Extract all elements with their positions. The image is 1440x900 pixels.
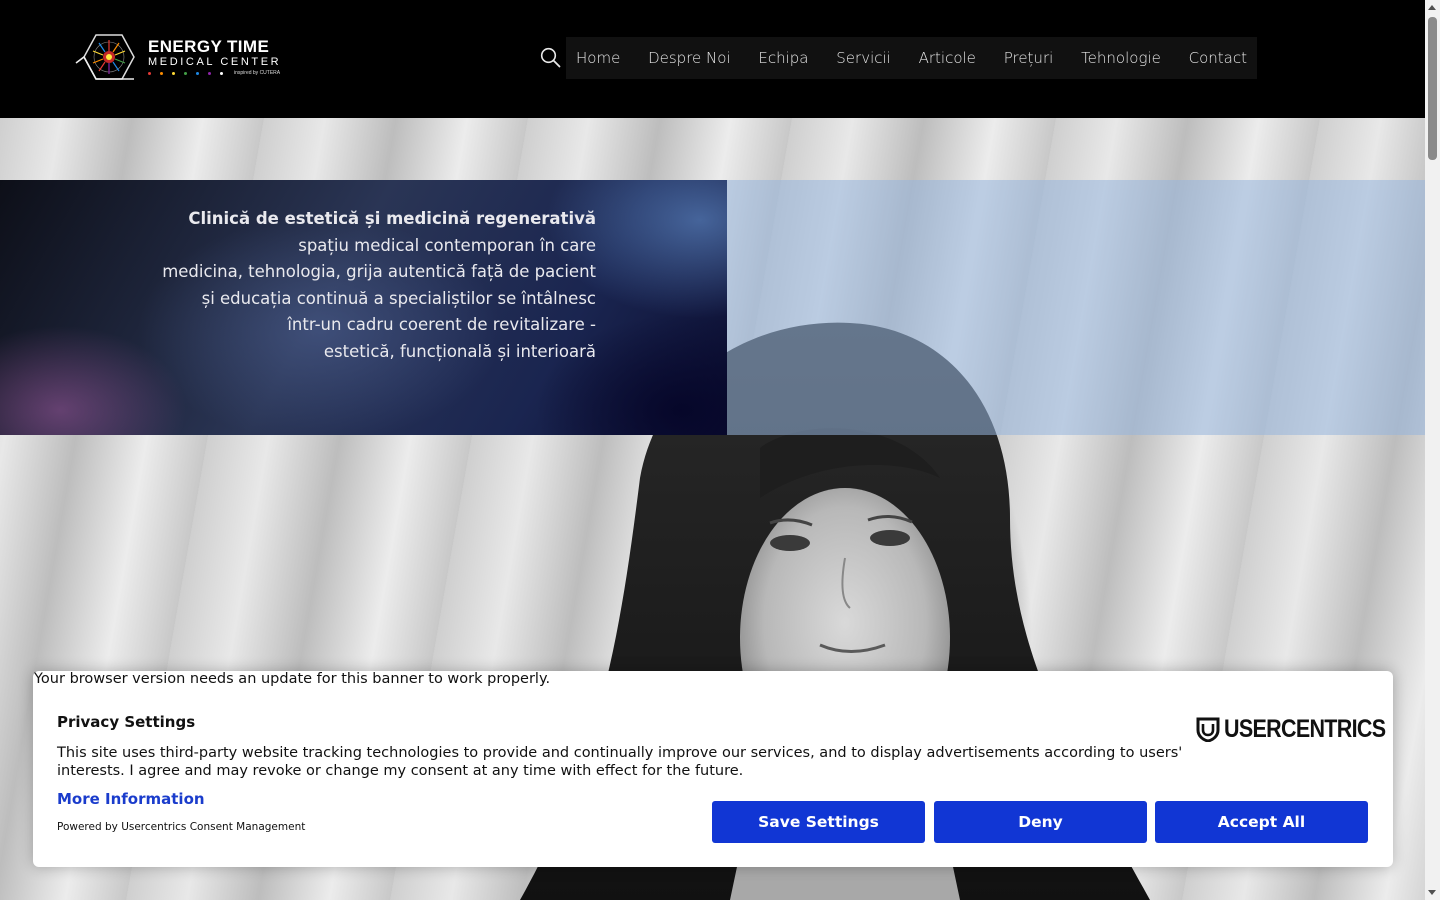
- logo-title: ENERGY TIME: [148, 36, 270, 56]
- hero-overlay: [727, 180, 1425, 435]
- hero-intro-text: Clinică de estetică și medicină regenera…: [116, 206, 596, 366]
- logo-dot: [196, 72, 199, 75]
- accept-all-button[interactable]: Accept All: [1155, 801, 1368, 843]
- nav-echipa[interactable]: Echipa: [758, 49, 808, 67]
- nav-tehnologie[interactable]: Tehnologie: [1081, 49, 1161, 67]
- more-information-link[interactable]: More Information: [57, 790, 205, 808]
- site-logo[interactable]: ENERGY TIME MEDICAL CENTER inspired by C…: [74, 27, 288, 87]
- page-scrollbar[interactable]: [1425, 0, 1440, 900]
- hero-line: și educația continuă a specialiștilor se…: [201, 288, 596, 308]
- powered-by-text: Powered by Usercentrics Consent Manageme…: [57, 821, 306, 833]
- usercentrics-wordmark: USERCENTRICS: [1224, 715, 1386, 743]
- nav-preturi[interactable]: Prețuri: [1004, 49, 1054, 67]
- site-header: ENERGY TIME MEDICAL CENTER inspired by C…: [0, 0, 1425, 118]
- nav-contact[interactable]: Contact: [1189, 49, 1247, 67]
- logo-dot: [184, 72, 187, 75]
- main-nav: Home Despre Noi Echipa Servicii Articole…: [566, 37, 1257, 79]
- hero-line: medicina, tehnologia, grija autentică fa…: [162, 262, 596, 282]
- nav-servicii[interactable]: Servicii: [836, 49, 891, 67]
- logo-tagline: inspired by CUTERA: [234, 70, 281, 76]
- logo-dot: [148, 72, 151, 75]
- hero-line: într-un cadru coerent de revitalizare -: [287, 315, 596, 335]
- logo-mark-icon: [75, 34, 135, 80]
- logo-dot: [172, 72, 175, 75]
- nav-articole[interactable]: Articole: [919, 49, 976, 67]
- consent-banner: Privacy Settings This site uses third-pa…: [33, 671, 1393, 867]
- hero-intro-panel: Clinică de estetică și medicină regenera…: [0, 180, 727, 435]
- nav-despre-noi[interactable]: Despre Noi: [648, 49, 731, 67]
- scroll-up-arrow-icon[interactable]: [1428, 5, 1436, 10]
- hero-lead: Clinică de estetică și medicină regenera…: [188, 209, 596, 228]
- logo-subtitle: MEDICAL CENTER: [148, 55, 282, 68]
- logo-dot: [208, 72, 211, 75]
- logo-dot: [220, 72, 223, 75]
- logo-dots: inspired by CUTERA: [148, 71, 281, 77]
- logo-text: ENERGY TIME MEDICAL CENTER inspired by C…: [148, 38, 281, 77]
- browser-update-notice: Your browser version needs an update for…: [34, 671, 551, 687]
- logo-dot: [160, 72, 163, 75]
- hero-line: estetică, funcțională și interioară: [323, 341, 596, 361]
- scroll-down-arrow-icon[interactable]: [1428, 890, 1436, 895]
- consent-description: This site uses third-party website track…: [57, 745, 1183, 779]
- hero-line: spațiu medical contemporan în care: [298, 235, 596, 255]
- save-settings-button[interactable]: Save Settings: [712, 801, 925, 843]
- usercentrics-logo: USERCENTRICS: [1196, 715, 1412, 743]
- scroll-thumb[interactable]: [1428, 17, 1437, 160]
- consent-title: Privacy Settings: [57, 713, 196, 731]
- deny-button[interactable]: Deny: [934, 801, 1147, 843]
- search-icon[interactable]: [540, 47, 561, 68]
- usercentrics-shield-icon: [1196, 717, 1220, 742]
- nav-home[interactable]: Home: [576, 49, 620, 67]
